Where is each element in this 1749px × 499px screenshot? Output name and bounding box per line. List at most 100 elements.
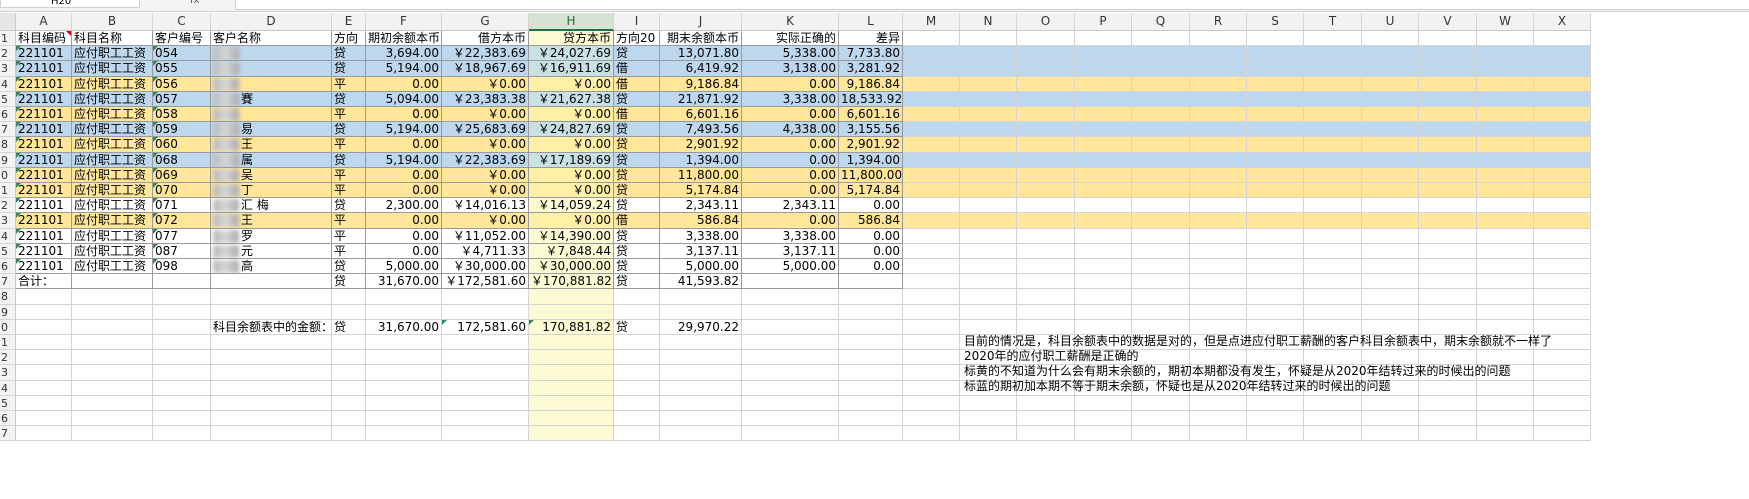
cell-j[interactable]: 29,970.22 xyxy=(660,319,742,335)
cell-t[interactable] xyxy=(1304,91,1362,107)
cell-n[interactable] xyxy=(960,183,1017,199)
cell-c[interactable]: 060 xyxy=(153,137,211,153)
cell-d[interactable]: 王 xyxy=(211,137,332,153)
cell-a[interactable]: 221101 xyxy=(16,243,72,259)
column-header-o[interactable]: O xyxy=(1017,13,1075,31)
cell-h[interactable]: ￥0.00 xyxy=(529,76,614,92)
column-header-f[interactable]: F xyxy=(366,13,442,31)
cell-m[interactable] xyxy=(903,304,960,320)
cell-b[interactable] xyxy=(72,395,153,411)
cell-h[interactable] xyxy=(529,395,614,411)
cell-q[interactable] xyxy=(1132,319,1190,335)
cell-j[interactable]: 21,871.92 xyxy=(660,91,742,107)
fx-icon[interactable]: fx xyxy=(190,0,199,8)
cell-c[interactable] xyxy=(153,304,211,320)
cell-l[interactable] xyxy=(839,350,903,366)
cell-g[interactable]: ￥11,052.00 xyxy=(442,228,529,244)
cell-o[interactable] xyxy=(1017,426,1075,442)
cell-s[interactable] xyxy=(1247,167,1304,183)
cell-n[interactable] xyxy=(960,152,1017,168)
cell-i[interactable]: 贷 xyxy=(614,259,660,275)
cell-k[interactable] xyxy=(742,319,839,335)
row-header[interactable]: 9 xyxy=(0,152,16,168)
column-header-t[interactable]: T xyxy=(1304,13,1362,31)
cell-f[interactable]: 0.00 xyxy=(366,183,442,199)
cell-k[interactable]: 0.00 xyxy=(742,76,839,92)
cell-e[interactable]: 贷 xyxy=(332,198,366,214)
cell-n[interactable] xyxy=(960,304,1017,320)
cell-x[interactable] xyxy=(1534,365,1591,381)
cell-f[interactable]: 5,094.00 xyxy=(366,91,442,107)
cell-o[interactable] xyxy=(1017,167,1075,183)
cell-x[interactable] xyxy=(1534,122,1591,138)
cell-s[interactable] xyxy=(1247,91,1304,107)
cell-w[interactable] xyxy=(1477,411,1534,427)
cell-h[interactable]: ￥0.00 xyxy=(529,183,614,199)
cell-u[interactable] xyxy=(1362,259,1419,275)
cell-q[interactable] xyxy=(1132,31,1190,47)
cell-b[interactable] xyxy=(72,365,153,381)
cell-n[interactable] xyxy=(960,289,1017,305)
cell-l[interactable]: 0.00 xyxy=(839,228,903,244)
cell-c[interactable]: 055 xyxy=(153,61,211,77)
cell-b[interactable]: 应付职工工资 xyxy=(72,198,153,214)
cell-t[interactable] xyxy=(1304,122,1362,138)
cell-h[interactable]: ￥0.00 xyxy=(529,167,614,183)
cell-w[interactable] xyxy=(1477,228,1534,244)
cell-h[interactable]: ￥16,911.69 xyxy=(529,61,614,77)
cell-d[interactable]: 汇 梅 xyxy=(211,198,332,214)
cell-o[interactable] xyxy=(1017,259,1075,275)
cell-p[interactable] xyxy=(1075,259,1132,275)
cell-b[interactable]: 应付职工工资 xyxy=(72,61,153,77)
cell-w[interactable] xyxy=(1477,76,1534,92)
cell-f[interactable]: 5,194.00 xyxy=(366,61,442,77)
cell-t[interactable] xyxy=(1304,289,1362,305)
row-header[interactable]: 1 xyxy=(0,335,16,351)
cell-c[interactable] xyxy=(153,335,211,351)
cell-j[interactable]: 11,800.00 xyxy=(660,167,742,183)
cell-l[interactable] xyxy=(839,319,903,335)
cell-m[interactable] xyxy=(903,152,960,168)
cell-p[interactable] xyxy=(1075,304,1132,320)
cell-l[interactable]: 11,800.00 xyxy=(839,167,903,183)
cell-p[interactable] xyxy=(1075,243,1132,259)
cell-x[interactable] xyxy=(1534,380,1591,396)
cell-v[interactable] xyxy=(1419,259,1477,275)
row-header[interactable]: 7 xyxy=(0,122,16,138)
cell-w[interactable] xyxy=(1477,152,1534,168)
cell-e[interactable]: 平 xyxy=(332,243,366,259)
cell-i[interactable] xyxy=(614,395,660,411)
cell-m[interactable] xyxy=(903,46,960,62)
cell-j[interactable]: 3,137.11 xyxy=(660,243,742,259)
cell-w[interactable] xyxy=(1477,46,1534,62)
cell-m[interactable] xyxy=(903,395,960,411)
cell-x[interactable] xyxy=(1534,76,1591,92)
cell-p[interactable] xyxy=(1075,137,1132,153)
cell-i[interactable] xyxy=(614,426,660,442)
cell-k[interactable]: 0.00 xyxy=(742,107,839,123)
cell-g[interactable]: ￥0.00 xyxy=(442,137,529,153)
cell-e[interactable] xyxy=(332,289,366,305)
cell-o[interactable] xyxy=(1017,304,1075,320)
cell-v[interactable] xyxy=(1419,380,1477,396)
cell-k[interactable]: 3,138.00 xyxy=(742,61,839,77)
cell-x[interactable] xyxy=(1534,46,1591,62)
cell-u[interactable] xyxy=(1362,46,1419,62)
cell-r[interactable] xyxy=(1190,183,1247,199)
cell-a[interactable]: 221101 xyxy=(16,122,72,138)
cell-g[interactable] xyxy=(442,350,529,366)
row-header[interactable]: 0 xyxy=(0,167,16,183)
cell-p[interactable] xyxy=(1075,426,1132,442)
cell-m[interactable] xyxy=(903,380,960,396)
row-header[interactable]: 1 xyxy=(0,183,16,199)
cell-w[interactable] xyxy=(1477,243,1534,259)
column-header-d[interactable]: D xyxy=(211,13,332,31)
cell-l[interactable]: 0.00 xyxy=(839,259,903,275)
row-header[interactable]: 2 xyxy=(0,46,16,62)
cell-s[interactable] xyxy=(1247,411,1304,427)
cell-g[interactable]: ￥25,683.69 xyxy=(442,122,529,138)
cell-x[interactable] xyxy=(1534,137,1591,153)
cell-q[interactable] xyxy=(1132,289,1190,305)
cell-g[interactable] xyxy=(442,411,529,427)
cell-k[interactable]: 4,338.00 xyxy=(742,122,839,138)
